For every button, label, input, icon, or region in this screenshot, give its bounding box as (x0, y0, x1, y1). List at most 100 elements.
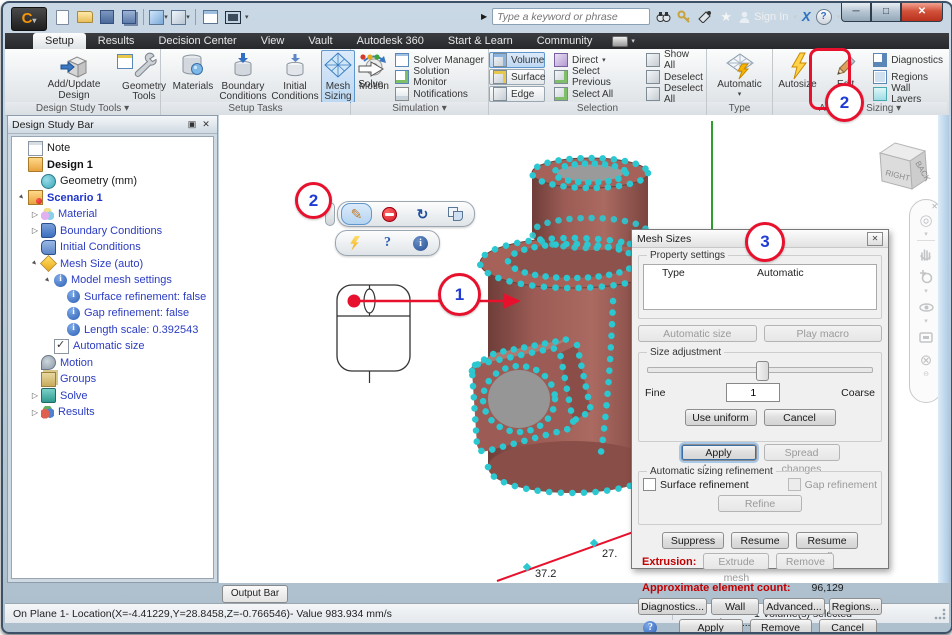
new-file-button[interactable] (53, 8, 72, 26)
dialog-close-icon[interactable]: ✕ (867, 232, 883, 246)
advanced-button[interactable]: Advanced... (763, 598, 824, 615)
tree-item-length-scale-0-392543[interactable]: Length scale: 0.392543 (12, 322, 213, 339)
automatic-type-button[interactable]: Automatic ▾ (707, 50, 772, 103)
tree-item-solve[interactable]: ▷Solve (12, 388, 213, 405)
output-bar-button[interactable]: Output Bar (222, 585, 288, 603)
cancel-size-button[interactable]: Cancel (764, 409, 836, 426)
minimize-button[interactable]: ─ (841, 3, 871, 22)
tree-item-motion[interactable]: Motion (12, 355, 213, 372)
tab-autodesk-360[interactable]: Autodesk 360 (345, 33, 436, 49)
constrained-orbit-dropdown-icon[interactable]: ▾ (924, 320, 928, 324)
help-tool-icon[interactable]: ? (372, 232, 403, 254)
app-logo[interactable]: C▾ (11, 7, 47, 31)
tree-item-geometry-mm[interactable]: Geometry (mm) (12, 173, 213, 190)
geometry-tools-button[interactable]: Geometry Tools (119, 50, 169, 103)
resume-all-button[interactable]: Resume all (796, 532, 858, 549)
solution-monitor-button[interactable]: Solution Monitor (391, 69, 488, 85)
close-panel-icon[interactable]: ✕ (199, 118, 213, 131)
use-uniform-button[interactable]: Use uniform (685, 409, 757, 426)
viewcube-gray-button[interactable]: ▾ (171, 8, 190, 26)
resume-button[interactable]: Resume (731, 532, 789, 549)
tree-item-gap-refinement-false[interactable]: Gap refinement: false (12, 305, 213, 322)
tree-item-design-1[interactable]: Design 1 (12, 157, 213, 174)
orbit-icon[interactable]: ◎ (916, 210, 936, 230)
apply-changes-button[interactable]: Apply changes (681, 444, 757, 461)
group-label-design-study-tools[interactable]: Design Study Tools ▾ (5, 102, 160, 115)
tree-item-material[interactable]: ▷Material (12, 206, 213, 223)
info-tool-icon[interactable]: i (405, 232, 436, 254)
deselect-all-button[interactable]: Deselect All (642, 86, 706, 102)
navbar-close-icon[interactable]: ✕ (931, 202, 938, 211)
suppress-button[interactable]: Suppress (662, 532, 724, 549)
tree-item-mesh-size-auto[interactable]: ▴Mesh Size (auto) (12, 256, 213, 273)
tab-start-learn[interactable]: Start & Learn (436, 33, 525, 49)
fit-view-icon[interactable]: ⊗ (916, 350, 936, 370)
add-update-design-button[interactable]: Add/Update Design (32, 50, 116, 103)
size-slider[interactable] (647, 367, 873, 373)
tree-item-boundary-conditions[interactable]: ▷Boundary Conditions (12, 223, 213, 240)
tab-setup[interactable]: Setup (33, 33, 86, 49)
apply-button[interactable]: Apply (679, 619, 743, 634)
media-menu[interactable]: ▾ (612, 33, 635, 49)
dropdown-icon[interactable]: ▾ (602, 56, 606, 64)
zoom-icon[interactable] (916, 267, 936, 287)
search-binoculars-icon[interactable] (655, 9, 671, 25)
select-previous-button[interactable]: Select Previous (550, 69, 637, 85)
tree-item-note[interactable]: Note (12, 140, 213, 157)
resize-grip[interactable] (933, 607, 947, 621)
show-all-button[interactable]: Show All (642, 52, 706, 68)
save-all-button[interactable] (119, 8, 138, 26)
sign-in-dropdown-icon[interactable]: ▾ (793, 13, 797, 21)
materials-button[interactable]: Materials (170, 50, 216, 103)
table-button[interactable] (201, 8, 220, 26)
tree-item-initial-conditions[interactable]: Initial Conditions (12, 239, 213, 256)
tab-decision-center[interactable]: Decision Center (146, 33, 248, 49)
navbar-collapse-icon[interactable]: ⊖ (923, 373, 929, 377)
help-icon[interactable]: ? (816, 9, 832, 25)
diagnostics-button[interactable]: Diagnostics (869, 52, 947, 68)
qat-customize-dropdown-icon[interactable]: ▾ (245, 13, 249, 21)
extrusion-remove-button[interactable]: Remove (776, 553, 834, 570)
viewcube-blue-button[interactable]: ▾ (149, 8, 168, 26)
screen-button[interactable] (223, 8, 242, 26)
edge-button[interactable]: Edge (489, 86, 545, 102)
select-similar-tool-icon[interactable] (440, 203, 471, 225)
pan-hand-icon[interactable] (916, 244, 936, 264)
play-macro-button[interactable]: Play macro (764, 325, 883, 342)
remove-button[interactable]: Remove (750, 619, 812, 634)
constrained-orbit-icon[interactable] (916, 297, 936, 317)
dialog-help-icon[interactable]: ? (643, 621, 657, 635)
close-button[interactable]: ✕ (901, 3, 943, 22)
solve-button[interactable]: Solve (351, 50, 390, 103)
tree-item-results[interactable]: ▷Results (12, 404, 213, 421)
tab-vault[interactable]: Vault (296, 33, 344, 49)
float-panel-icon[interactable]: ▣ (185, 118, 199, 131)
tree-item-surface-refinement-false[interactable]: Surface refinement: false (12, 289, 213, 306)
extrude-mesh-button[interactable]: Extrude mesh (703, 553, 769, 570)
tree-expander-icon[interactable]: ▷ (29, 210, 41, 219)
tree-expander-icon[interactable]: ▷ (29, 391, 41, 400)
wall-layers-button[interactable]: Wall Layers (869, 86, 947, 102)
tab-results[interactable]: Results (86, 33, 147, 49)
size-slider-thumb[interactable] (756, 361, 769, 381)
automatic-size-button[interactable]: Automatic size (638, 325, 757, 342)
search-input[interactable] (492, 8, 650, 25)
diagnostics-button[interactable]: Diagnostics... (638, 598, 707, 615)
dropdown-icon[interactable]: ▾ (164, 13, 168, 21)
tree-item-model-mesh-settings[interactable]: ▴Model mesh settings (12, 272, 213, 289)
size-value-input[interactable] (726, 383, 780, 402)
surface-button[interactable]: Surface (489, 69, 545, 85)
tree-expander-icon[interactable]: ▷ (29, 226, 41, 235)
select-all-button[interactable]: Select All (550, 86, 637, 102)
help-dropdown-icon[interactable]: ▾ (837, 13, 841, 21)
dropdown-icon[interactable]: ▾ (186, 13, 190, 21)
open-file-button[interactable] (75, 8, 94, 26)
property-table[interactable]: Type Automatic (643, 264, 877, 310)
zoom-dropdown-icon[interactable]: ▾ (924, 290, 928, 294)
mesh-sizing-button[interactable]: Mesh Sizing (321, 50, 355, 103)
zoom-window-icon[interactable] (916, 327, 936, 347)
key-icon[interactable] (676, 9, 692, 25)
tree-item-groups[interactable]: Groups (12, 371, 213, 388)
spread-changes-button[interactable]: Spread changes (764, 444, 840, 461)
wall-layer-button[interactable]: Wall layer... (711, 598, 759, 615)
